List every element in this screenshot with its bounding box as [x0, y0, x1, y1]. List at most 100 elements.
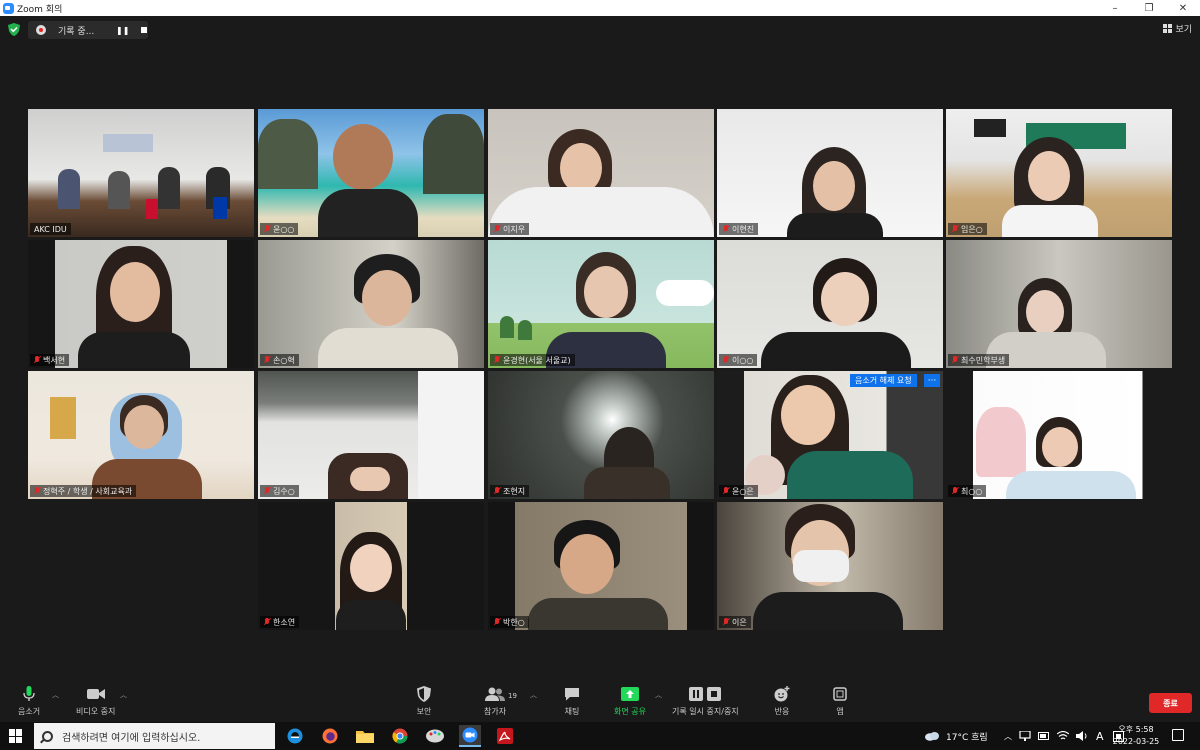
muted-mic-icon [952, 356, 958, 364]
video-tile[interactable]: 이은 [717, 502, 943, 630]
pause-stop-icon [689, 687, 722, 701]
video-tile[interactable]: 최수민학부생 [946, 240, 1172, 368]
participant-name: 이현진 [719, 223, 759, 235]
weather-widget[interactable]: 17°C 흐림 [924, 722, 988, 750]
audio-options-caret[interactable]: ︿ [52, 690, 59, 700]
clock-time: 오후 5:58 [1118, 725, 1154, 734]
minimize-button[interactable]: – [1098, 0, 1132, 16]
muted-mic-icon [952, 487, 958, 495]
end-meeting-button[interactable]: 종료 [1149, 693, 1192, 713]
firefox-icon [322, 728, 338, 744]
more-options-button[interactable]: ··· [924, 374, 940, 387]
share-screen-icon [620, 687, 639, 701]
video-tile[interactable]: AKC IDU [28, 109, 254, 237]
taskbar-acrobat[interactable] [494, 725, 516, 747]
taskbar-file-explorer[interactable] [354, 725, 376, 747]
chat-button[interactable]: 채팅 [562, 686, 582, 717]
video-options-caret[interactable]: ︿ [120, 690, 127, 700]
muted-mic-icon [264, 487, 270, 495]
participants-label: 참가자 [484, 707, 507, 716]
apps-button[interactable]: 앱 [830, 686, 850, 717]
muted-mic-icon [494, 356, 500, 364]
taskbar-edge[interactable] [284, 725, 306, 747]
search-icon [42, 730, 53, 742]
video-tile[interactable]: 정혁주 / 학생 / 사회교육과 [28, 371, 254, 499]
taskbar-chrome[interactable] [389, 725, 411, 747]
muted-mic-icon [494, 618, 500, 626]
participant-name: 김수○ [260, 485, 299, 497]
pause-stop-recording-button[interactable]: 기록 일시 중지/중지 [672, 686, 739, 717]
system-tray: ︿ A [1004, 722, 1124, 750]
muted-mic-icon [723, 487, 729, 495]
search-placeholder: 검색하려면 여기에 입력하십시오. [62, 732, 201, 744]
pdf-reader-icon [497, 728, 513, 744]
participant-name: AKC IDU [30, 223, 71, 235]
share-screen-button[interactable]: 화면 공유 [614, 686, 646, 717]
pause-stop-recording-label: 기록 일시 중지/중지 [672, 707, 739, 716]
input-language[interactable]: A [1096, 730, 1104, 743]
video-tile[interactable]: 한소연 [258, 502, 484, 630]
muted-mic-icon [264, 356, 270, 364]
participant-name: 윤경현(서울 서울교) [490, 354, 575, 366]
meeting-top-bar [0, 16, 1200, 44]
taskbar-clock[interactable]: 오후 5:58 2022-03-25 [1112, 724, 1160, 748]
shield-check-icon[interactable] [8, 23, 20, 36]
view-button[interactable]: 보기 [1163, 20, 1192, 36]
chrome-icon [392, 728, 408, 744]
reactions-button[interactable]: 반응 [772, 686, 792, 717]
video-tile[interactable]: 최○○ [946, 371, 1172, 499]
chevron-up-icon[interactable]: ︿ [1004, 731, 1012, 742]
recording-indicator: 기록 중... ❚❚ [28, 21, 148, 39]
zoom-icon [462, 727, 478, 743]
close-button[interactable]: ✕ [1166, 0, 1200, 16]
taskbar-zoom[interactable] [459, 725, 481, 747]
windows-start-icon[interactable] [9, 729, 23, 743]
muted-mic-icon [494, 225, 500, 233]
stop-video-button[interactable]: 비디오 중지 [76, 686, 115, 717]
video-tile[interactable]: 임은○ [946, 109, 1172, 237]
weather-text: 17°C 흐림 [946, 732, 988, 743]
participant-name: 박한○ [490, 616, 529, 628]
meeting-toolbar [0, 680, 1200, 722]
smiley-plus-icon [774, 686, 790, 702]
share-options-caret[interactable]: ︿ [655, 690, 662, 700]
participants-button[interactable]: 참가자 [484, 686, 506, 717]
participants-options-caret[interactable]: ︿ [530, 690, 537, 700]
pause-record-icon[interactable]: ❚❚ [116, 26, 129, 35]
video-tile[interactable]: 김수○ [258, 371, 484, 499]
participant-name: 손○혁 [260, 354, 299, 366]
network-icon[interactable] [1019, 731, 1031, 741]
mute-button[interactable]: 음소거 [18, 686, 40, 717]
muted-mic-icon [264, 225, 270, 233]
wifi-icon[interactable] [1057, 731, 1069, 741]
video-tile[interactable]: 윤○○ [258, 109, 484, 237]
muted-mic-icon [723, 618, 729, 626]
taskbar-search[interactable]: 검색하려면 여기에 입력하십시오. [34, 723, 275, 749]
video-tile[interactable]: 이○○ [717, 240, 943, 368]
video-tile[interactable]: 조현지 [488, 371, 714, 499]
shield-icon [417, 686, 431, 702]
muted-mic-icon [494, 487, 500, 495]
video-tile[interactable]: 윤○은 [717, 371, 943, 499]
taskbar-firefox[interactable] [319, 725, 341, 747]
video-tile[interactable]: 백서현 [28, 240, 254, 368]
speaker-icon[interactable] [1076, 731, 1088, 741]
video-tile[interactable]: 손○혁 [258, 240, 484, 368]
video-tile[interactable]: 박한○ [488, 502, 714, 630]
participant-name: 조현지 [490, 485, 530, 497]
participant-name: 정혁주 / 학생 / 사회교육과 [30, 485, 137, 497]
participant-name: 최수민학부생 [948, 354, 1010, 366]
taskbar-paint-app[interactable] [424, 725, 446, 747]
notification-icon[interactable] [1172, 729, 1184, 741]
stop-record-icon[interactable] [141, 27, 148, 33]
video-tile[interactable]: 윤경현(서울 서울교) [488, 240, 714, 368]
window-titlebar: Zoom 회의 – ❐ ✕ [0, 0, 1200, 16]
maximize-button[interactable]: ❐ [1132, 0, 1166, 16]
participant-name: 이은 [719, 616, 751, 628]
battery-icon[interactable] [1038, 732, 1050, 740]
video-tile[interactable]: 이지우 [488, 109, 714, 237]
security-button[interactable]: 보안 [414, 686, 434, 717]
unmute-request-button[interactable]: 음소거 해제 요청 [850, 374, 917, 387]
chat-bubble-icon [565, 688, 579, 701]
video-tile[interactable]: 이현진 [717, 109, 943, 237]
